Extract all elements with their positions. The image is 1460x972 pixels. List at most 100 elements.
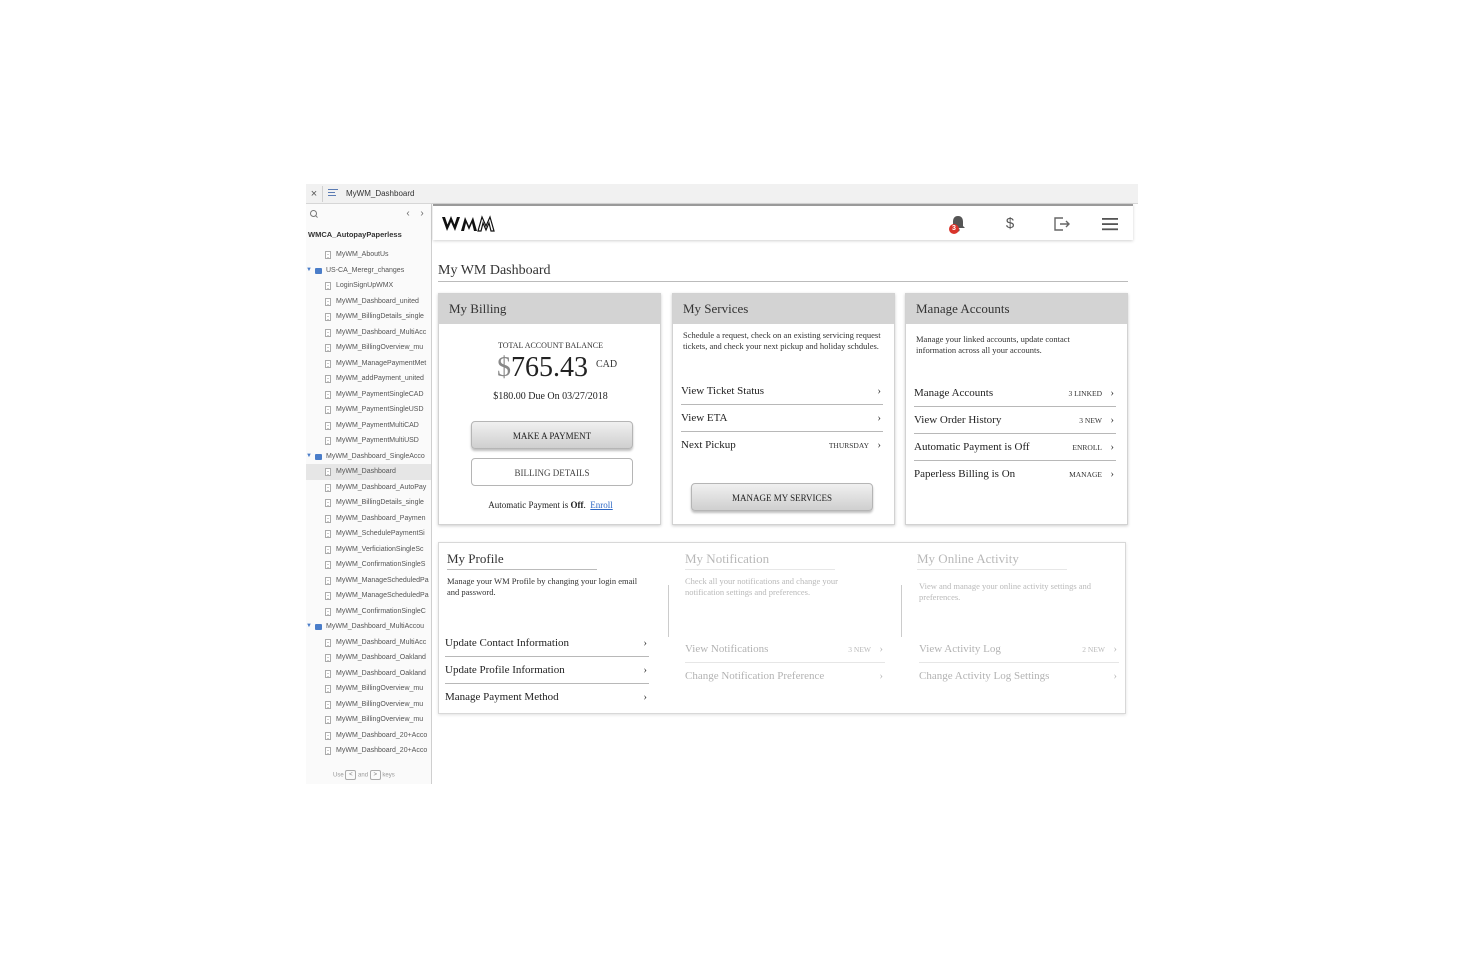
sitemap-page[interactable]: MyWM_Dashboard_MultiAcc bbox=[306, 635, 431, 651]
make-payment-button[interactable]: MAKE A PAYMENT bbox=[471, 421, 633, 449]
list-item-label: View Notifications bbox=[685, 643, 769, 655]
sitemap-page[interactable]: MyWM_Dashboard_AutoPay bbox=[306, 480, 431, 496]
list-item-label: Paperless Billing is On bbox=[914, 468, 1016, 480]
sitemap-page[interactable]: MyWM_Dashboard_Oakland bbox=[306, 666, 431, 682]
list-item[interactable]: View Notifications 3 NEW › bbox=[685, 636, 885, 663]
list-item-label: Change Notification Preference bbox=[685, 670, 825, 682]
sitemap-page[interactable]: MyWM_PaymentSingleCAD bbox=[306, 387, 431, 403]
wm-logo[interactable] bbox=[441, 215, 497, 233]
sitemap-folder[interactable]: ▼ MyWM_Dashboard_MultiAccou bbox=[306, 619, 431, 635]
chevron-right-icon[interactable]: › bbox=[1110, 407, 1114, 434]
sitemap-page[interactable]: MyWM_ManageScheduledPa bbox=[306, 573, 431, 589]
hamburger-menu-icon[interactable] bbox=[1098, 212, 1122, 236]
sitemap-page[interactable]: MyWM_Dashboard_Paymen bbox=[306, 511, 431, 527]
chevron-right-icon[interactable]: › bbox=[643, 657, 647, 684]
sitemap-page[interactable]: LoginSignUpWMX bbox=[306, 278, 431, 294]
close-icon[interactable]: × bbox=[308, 186, 320, 202]
chevron-right-icon[interactable]: › bbox=[877, 405, 881, 432]
sitemap-folder[interactable]: ▼ MyWM_Dashboard_SingleAcco bbox=[306, 449, 431, 465]
sitemap-page[interactable]: MyWM_PaymentSingleUSD bbox=[306, 402, 431, 418]
list-item[interactable]: Change Notification Preference › bbox=[685, 663, 885, 690]
sitemap-page[interactable]: MyWM_Dashboard bbox=[306, 464, 431, 480]
manage-my-services-button[interactable]: MANAGE MY SERVICES bbox=[691, 483, 873, 511]
expanded-icon[interactable]: ▼ bbox=[306, 449, 312, 465]
billing-details-button[interactable]: BILLING DETAILS bbox=[471, 458, 633, 486]
sitemap-page[interactable]: MyWM_BillingOverview_mu bbox=[306, 697, 431, 713]
sitemap-page[interactable]: MyWM_BillingDetails_single bbox=[306, 309, 431, 325]
sitemap-page[interactable]: MyWM_Dashboard_Oakland bbox=[306, 650, 431, 666]
sitemap-page[interactable]: MyWM_ManageScheduledPa bbox=[306, 588, 431, 604]
list-item-label: Update Contact Information bbox=[445, 637, 570, 649]
billing-card-title: My Billing bbox=[439, 294, 660, 324]
sitemap-page[interactable]: MyWM_VerficiationSingleSc bbox=[306, 542, 431, 558]
chevron-right-icon[interactable]: › bbox=[1113, 663, 1117, 690]
list-item-meta: 3 NEW bbox=[1079, 416, 1102, 425]
page-icon bbox=[325, 638, 331, 647]
notification-description: Check all your notifications and change … bbox=[685, 576, 838, 597]
balance-value: 765.43 bbox=[511, 352, 588, 383]
sitemap-page[interactable]: MyWM_PaymentMultiUSD bbox=[306, 433, 431, 449]
list-item[interactable]: Paperless Billing is On MANAGE › bbox=[914, 461, 1116, 488]
chevron-right-icon[interactable]: › bbox=[643, 684, 647, 711]
previous-page-icon[interactable]: ‹ bbox=[404, 208, 412, 220]
next-page-icon[interactable]: › bbox=[418, 208, 426, 220]
sitemap-page[interactable]: MyWM_BillingOverview_mu bbox=[306, 712, 431, 728]
sitemap-item-label: MyWM_VerficiationSingleSc bbox=[336, 545, 424, 553]
list-item[interactable]: Next Pickup THURSDAY › bbox=[681, 432, 883, 459]
sitemap-folder[interactable]: ▼ US-CA_Meregr_changes bbox=[306, 263, 431, 279]
chevron-right-icon[interactable]: › bbox=[1113, 636, 1117, 663]
sitemap-page[interactable]: MyWM_Dashboard_united bbox=[306, 294, 431, 310]
sitemap-page[interactable]: MyWM_SchedulePaymentSi bbox=[306, 526, 431, 542]
logout-icon[interactable] bbox=[1049, 212, 1073, 236]
dollar-icon[interactable]: $ bbox=[998, 212, 1022, 236]
sitemap-item-label: MyWM_Dashboard_SingleAcco bbox=[326, 452, 425, 460]
secondary-section: My Profile Manage your WM Profile by cha… bbox=[438, 542, 1126, 714]
page-icon bbox=[325, 421, 331, 430]
list-item-meta: ENROLL bbox=[1072, 443, 1102, 452]
sitemap-page[interactable]: MyWM_PaymentMultiCAD bbox=[306, 418, 431, 434]
sitemap-page[interactable]: MyWM_ManagePaymentMet bbox=[306, 356, 431, 372]
chevron-right-icon[interactable]: › bbox=[1110, 380, 1114, 407]
page-icon bbox=[325, 685, 331, 693]
list-item[interactable]: Automatic Payment is Off ENROLL › bbox=[914, 434, 1116, 461]
sitemap-page[interactable]: MyWM_ConfirmationSingleS bbox=[306, 557, 431, 573]
hint-suffix: keys bbox=[382, 772, 395, 779]
chevron-right-icon[interactable]: › bbox=[879, 663, 883, 690]
enroll-link[interactable]: Enroll bbox=[590, 500, 613, 510]
sitemap-page[interactable]: MyWM_addPayment_united bbox=[306, 371, 431, 387]
sitemap-item-label: MyWM_PaymentMultiUSD bbox=[336, 437, 419, 444]
list-item[interactable]: Update Profile Information › bbox=[445, 657, 649, 684]
chevron-right-icon[interactable]: › bbox=[643, 630, 647, 657]
chevron-right-icon[interactable]: › bbox=[1110, 461, 1114, 488]
chevron-right-icon[interactable]: › bbox=[1110, 434, 1114, 461]
list-item[interactable]: View Activity Log 2 NEW › bbox=[919, 636, 1119, 663]
page-icon bbox=[325, 669, 331, 678]
page-icon bbox=[325, 545, 331, 554]
chevron-right-icon[interactable]: › bbox=[879, 636, 883, 663]
document-lines-icon[interactable] bbox=[328, 189, 338, 199]
sitemap-page[interactable]: MyWM_AboutUs bbox=[306, 247, 431, 263]
sitemap-page[interactable]: MyWM_Dashboard_20+Acco bbox=[306, 728, 431, 744]
list-item[interactable]: View Order History 3 NEW › bbox=[914, 407, 1116, 434]
hint-prefix: Use bbox=[333, 772, 344, 779]
sitemap-page[interactable]: MyWM_ConfirmationSingleC bbox=[306, 604, 431, 620]
sitemap-page[interactable]: MyWM_BillingDetails_single bbox=[306, 495, 431, 511]
autopay-prefix: Automatic Payment is bbox=[488, 500, 569, 510]
list-item[interactable]: Manage Accounts 3 LINKED › bbox=[914, 380, 1116, 407]
list-item[interactable]: View ETA › bbox=[681, 405, 883, 432]
sitemap-page[interactable]: MyWM_BillingOverview_mu bbox=[306, 340, 431, 356]
sitemap-page[interactable]: MyWM_BillingOverview_mu bbox=[306, 681, 431, 697]
list-item[interactable]: Change Activity Log Settings › bbox=[919, 663, 1119, 690]
expanded-icon[interactable]: ▼ bbox=[306, 263, 312, 279]
chevron-right-icon[interactable]: › bbox=[877, 432, 881, 459]
sitemap-page[interactable]: MyWM_Dashboard_20+Acco bbox=[306, 743, 431, 759]
balance-currency: CAD bbox=[596, 359, 618, 370]
list-item[interactable]: Update Contact Information › bbox=[445, 630, 649, 657]
sitemap-page[interactable]: MyWM_Dashboard_MultiAcc bbox=[306, 325, 431, 341]
chevron-right-icon[interactable]: › bbox=[877, 378, 881, 405]
expanded-icon[interactable]: ▼ bbox=[306, 619, 312, 635]
sitemap-sidebar: ‹ › WMCA_AutopayPaperless MyWM_AboutUs ▼ U… bbox=[306, 204, 432, 784]
list-item[interactable]: View Ticket Status › bbox=[681, 378, 883, 405]
list-item[interactable]: Manage Payment Method › bbox=[445, 684, 649, 711]
search-icon[interactable] bbox=[310, 210, 318, 218]
